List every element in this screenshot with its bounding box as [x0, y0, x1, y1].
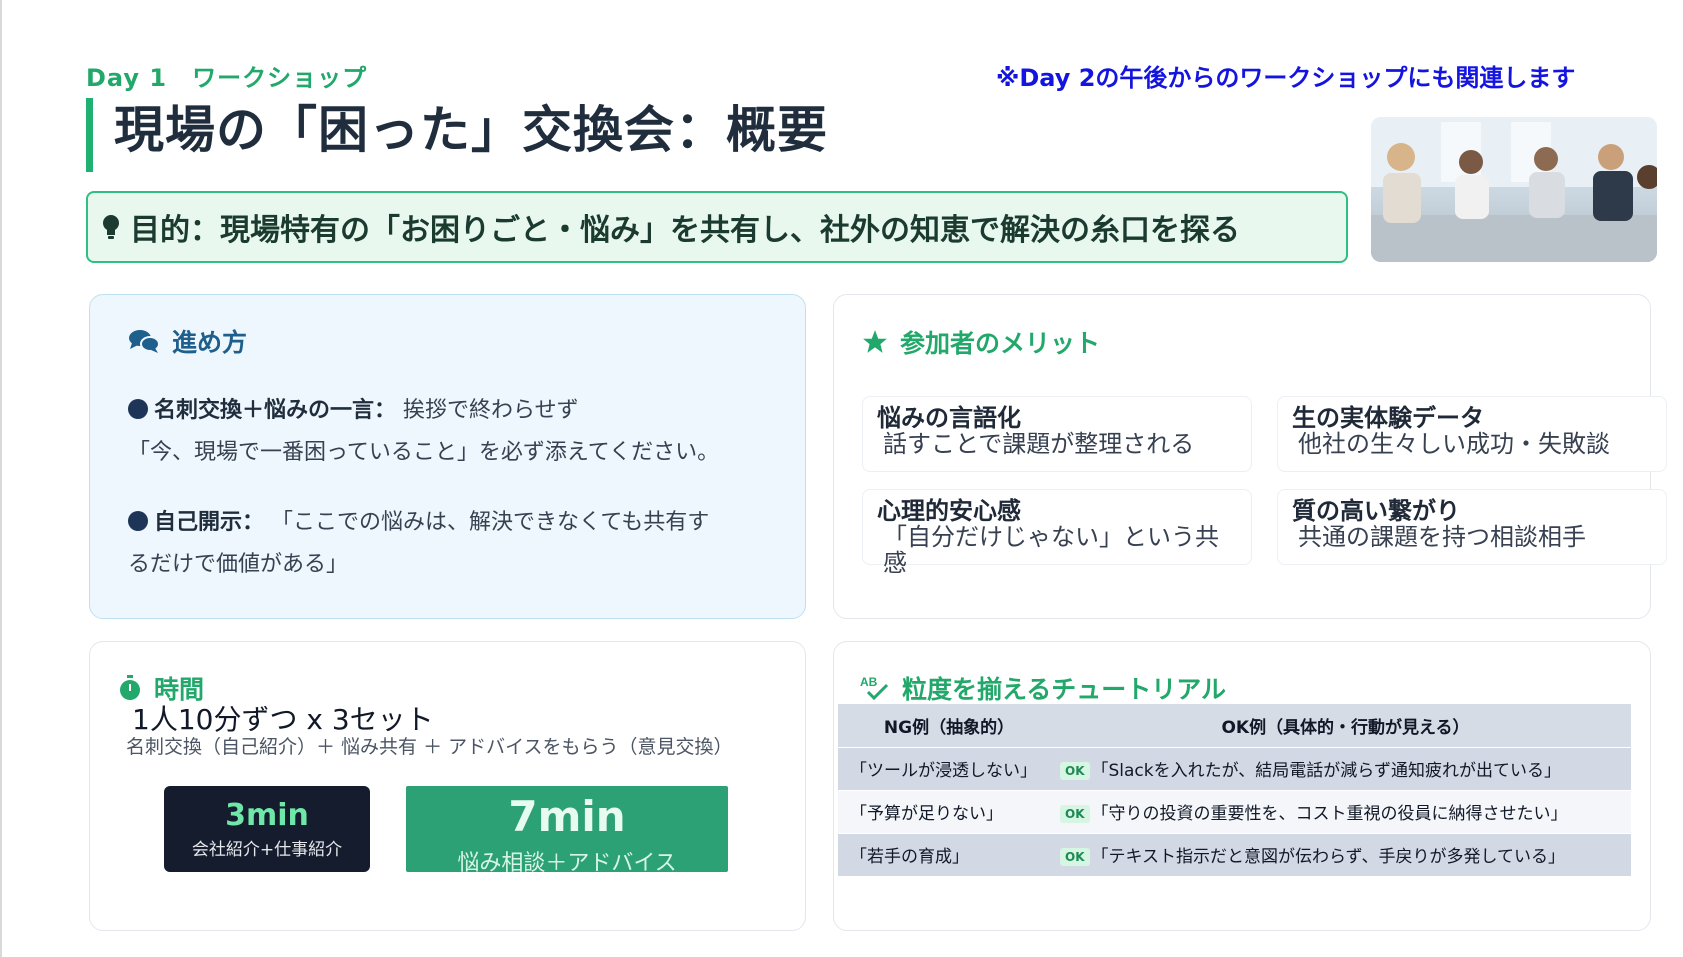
page-edge-line	[0, 0, 2, 957]
time-block-3min: 3min 会社紹介+仕事紹介	[164, 786, 370, 872]
process-item-2: 自己開示： 「ここでの悩みは、解決できなくても共有す るだけで価値がある」	[128, 502, 788, 586]
comments-icon	[129, 330, 160, 353]
ok-example-cell: OK 「テキスト指示だと意図が伝わらず、手戻りが多発している」	[1060, 832, 1631, 876]
merits-heading-label: 参加者のメリット	[900, 329, 1101, 358]
table-row: 「予算が足りない」 OK 「守りの投資の重要性を、コスト重視の役員に納得させたい」	[838, 789, 1631, 833]
star-icon	[863, 330, 887, 353]
process-item-label: 自己開示：	[154, 510, 265, 535]
bullet-icon	[128, 399, 148, 419]
bullet-icon	[128, 511, 148, 531]
ok-example: 「Slackを入れたが、結局電話が減らず通知疲れが出ている」	[1091, 761, 1561, 781]
ok-example: 「テキスト指示だと意図が伝わらず、手戻りが多発している」	[1091, 847, 1565, 868]
process-heading-label: 進め方	[172, 328, 248, 357]
merit-desc: 「自分だけじゃない」という共感	[883, 523, 1219, 577]
merits-heading: 参加者のメリット	[862, 324, 1100, 360]
time-block-7min: 7min 悩み相談＋アドバイス	[406, 786, 728, 872]
svg-text:AB: AB	[860, 675, 878, 689]
merit-item: 質の高い繋がり 共通の課題を持つ相談相手	[1277, 489, 1667, 565]
column-header-ng: NG例（抽象的）	[838, 704, 1060, 747]
related-note: ※Day 2の午後からのワークショップにも関連します	[996, 64, 1576, 92]
merit-item: 悩みの言語化 話すことで課題が整理される	[862, 396, 1252, 472]
time-sub: 名刺交換（自己紹介）＋ 悩み共有 ＋ アドバイスをもらう（意見交換）	[126, 736, 733, 758]
meeting-photo	[1371, 117, 1657, 262]
block-duration: 7min	[508, 792, 626, 841]
process-item-label: 名刺交換＋悩みの一言：	[154, 398, 397, 423]
block-duration: 3min	[225, 798, 309, 833]
tutorial-table: NG例（抽象的） OK例（具体的・行動が見える） 「ツールが浸透しない」 OK 「…	[838, 704, 1631, 876]
process-item-text: 「ここでの悩みは、解決できなくても共有す	[271, 510, 710, 535]
day-label: Day 1 ワークショップ	[86, 64, 368, 92]
tutorial-heading-label: 粒度を揃えるチュートリアル	[902, 675, 1227, 704]
ok-example: 「守りの投資の重要性を、コスト重視の役員に納得させたい」	[1091, 804, 1568, 824]
table-header-row: NG例（抽象的） OK例（具体的・行動が見える）	[838, 704, 1631, 747]
merit-desc: 話すことで課題が整理される	[883, 430, 1195, 458]
table-row: 「ツールが浸透しない」 OK 「Slackを入れたが、結局電話が減らず通知疲れが出…	[838, 746, 1631, 790]
process-heading: 進め方	[128, 323, 247, 359]
process-item-text-2: 「今、現場で一番困っていること」を必ず添えてください。	[128, 440, 720, 465]
spellcheck-icon: AB	[860, 675, 889, 701]
title-accent-bar	[86, 98, 93, 172]
ok-example-cell: OK 「守りの投資の重要性を、コスト重視の役員に納得させたい」	[1060, 789, 1631, 833]
merit-title: 生の実体験データ	[1292, 404, 1484, 432]
ng-example: 「若手の育成」	[838, 832, 1060, 876]
merit-title: 悩みの言語化	[877, 404, 1021, 432]
process-item-text-2: るだけで価値がある」	[128, 552, 349, 577]
block-label: 悩み相談＋アドバイス	[457, 851, 677, 872]
merit-title: 質の高い繋がり	[1292, 497, 1460, 525]
purpose-text: 目的：現場特有の「お困りごと・悩み」を共有し、社外の知恵で解決の糸口を探る	[130, 213, 1240, 248]
page-title: 現場の「困った」交換会：概要	[114, 101, 828, 159]
ng-example: 「予算が足りない」	[838, 789, 1060, 833]
column-header-ok: OK例（具体的・行動が見える）	[1060, 704, 1631, 747]
merit-title: 心理的安心感	[877, 497, 1021, 525]
ok-badge: OK	[1060, 848, 1090, 867]
table-row: 「若手の育成」 OK 「テキスト指示だと意図が伝わらず、手戻りが多発している」	[838, 832, 1631, 876]
block-label: 会社紹介+仕事紹介	[191, 840, 343, 860]
process-item-1: 名刺交換＋悩みの一言： 挨拶で終わらせず 「今、現場で一番困っていること」を必ず…	[128, 390, 788, 474]
merit-desc: 共通の課題を持つ相談相手	[1298, 523, 1586, 551]
tutorial-heading: AB 粒度を揃えるチュートリアル	[860, 670, 1226, 706]
purpose-banner: 目的：現場特有の「お困りごと・悩み」を共有し、社外の知恵で解決の糸口を探る	[86, 191, 1348, 263]
ok-example-cell: OK 「Slackを入れたが、結局電話が減らず通知疲れが出ている」	[1060, 746, 1631, 790]
merit-item: 生の実体験データ 他社の生々しい成功・失敗談	[1277, 396, 1667, 472]
process-item-text: 挨拶で終わらせず	[403, 398, 579, 423]
ok-badge: OK	[1060, 762, 1090, 780]
ok-badge: OK	[1060, 805, 1090, 823]
lightbulb-icon	[103, 215, 119, 239]
ng-example: 「ツールが浸透しない」	[838, 746, 1060, 790]
merit-item: 心理的安心感 「自分だけじゃない」という共感	[862, 489, 1252, 576]
merit-desc: 他社の生々しい成功・失敗談	[1298, 430, 1610, 458]
